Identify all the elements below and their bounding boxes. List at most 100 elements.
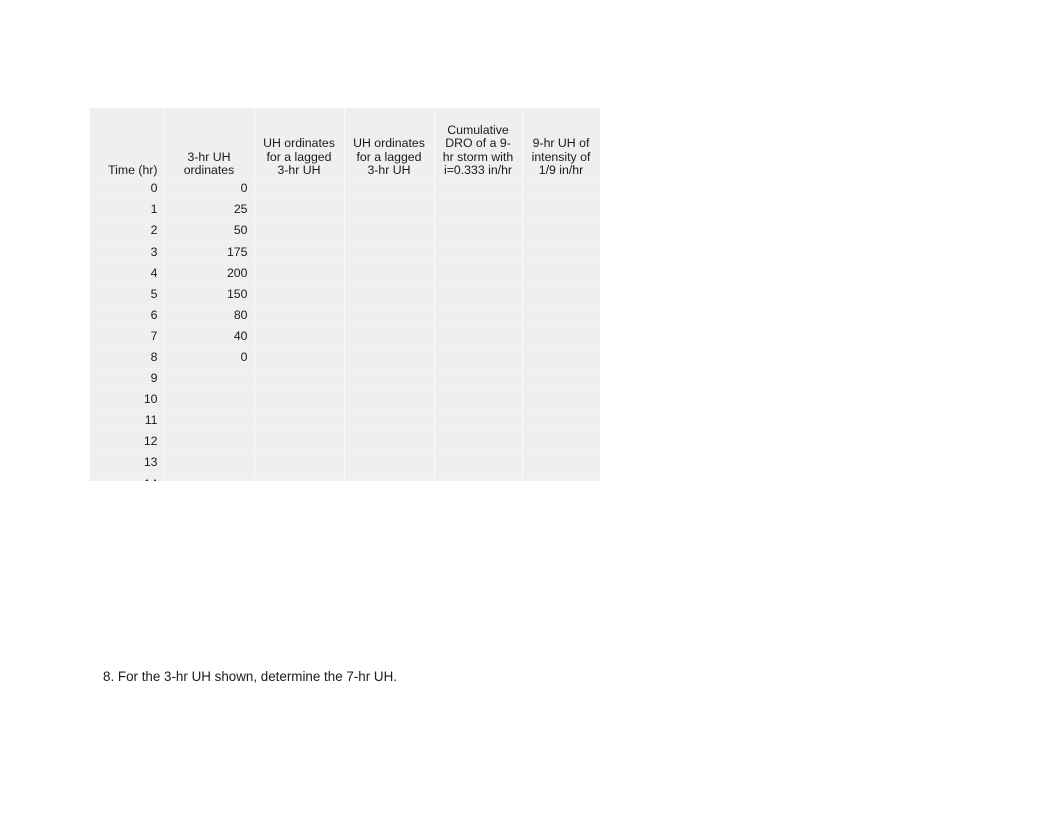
cell-lagged-uh-2[interactable] xyxy=(344,262,435,285)
cell-lagged-uh-1[interactable] xyxy=(254,241,345,264)
cell-time[interactable]: 3 xyxy=(90,241,165,264)
cell-cumulative-dro[interactable] xyxy=(434,262,523,285)
cell-9hr-uh[interactable] xyxy=(522,389,600,412)
cell-cumulative-dro[interactable] xyxy=(434,473,523,481)
cell-cumulative-dro[interactable] xyxy=(434,368,523,390)
cell-time[interactable]: 10 xyxy=(90,389,165,412)
cell-9hr-uh[interactable] xyxy=(522,283,600,306)
cell-cumulative-dro[interactable] xyxy=(434,326,523,348)
column-header-lagged-3hr-uh-2[interactable]: UH ordinates for a lagged 3-hr UH xyxy=(344,108,435,179)
cell-9hr-uh[interactable] xyxy=(522,347,600,369)
cell-3hr-uh-ordinate[interactable]: 175 xyxy=(164,241,255,264)
column-header-9hr-uh[interactable]: 9-hr UH of intensity of 1/9 in/hr xyxy=(522,108,600,179)
cell-lagged-uh-1[interactable] xyxy=(254,220,345,243)
cell-lagged-uh-2[interactable] xyxy=(344,283,435,306)
cell-cumulative-dro[interactable] xyxy=(434,305,523,327)
cell-cumulative-dro[interactable] xyxy=(434,241,523,264)
cell-3hr-uh-ordinate[interactable] xyxy=(164,389,255,412)
cell-time[interactable]: 9 xyxy=(90,368,165,390)
cell-3hr-uh-ordinate[interactable] xyxy=(164,452,255,475)
cell-9hr-uh[interactable] xyxy=(522,368,600,390)
cell-lagged-uh-2[interactable] xyxy=(344,178,435,201)
cell-9hr-uh[interactable] xyxy=(522,326,600,348)
cell-9hr-uh[interactable] xyxy=(522,473,600,481)
column-header-3hr-uh-ordinates[interactable]: 3-hr UH ordinates xyxy=(164,108,255,179)
column-header-lagged-3hr-uh-1[interactable]: UH ordinates for a lagged 3-hr UH xyxy=(254,108,345,179)
cell-lagged-uh-1[interactable] xyxy=(254,326,345,348)
table-row: 00 xyxy=(90,178,600,201)
cell-9hr-uh[interactable] xyxy=(522,199,600,222)
cell-time[interactable]: 2 xyxy=(90,220,165,243)
spreadsheet-table-region[interactable]: Time (hr) 3-hr UH ordinates UH ordinates… xyxy=(90,108,600,481)
cell-9hr-uh[interactable] xyxy=(522,431,600,454)
column-header-time[interactable]: Time (hr) xyxy=(90,108,165,179)
cell-lagged-uh-1[interactable] xyxy=(254,305,345,327)
cell-9hr-uh[interactable] xyxy=(522,452,600,475)
cell-3hr-uh-ordinate[interactable]: 200 xyxy=(164,262,255,285)
cell-lagged-uh-1[interactable] xyxy=(254,199,345,222)
cell-3hr-uh-ordinate[interactable]: 0 xyxy=(164,347,255,369)
cell-cumulative-dro[interactable] xyxy=(434,347,523,369)
cell-lagged-uh-1[interactable] xyxy=(254,178,345,201)
cell-lagged-uh-2[interactable] xyxy=(344,347,435,369)
cell-time[interactable]: 0 xyxy=(90,178,165,201)
cell-lagged-uh-1[interactable] xyxy=(254,283,345,306)
cell-3hr-uh-ordinate[interactable]: 0 xyxy=(164,178,255,201)
cell-time[interactable]: 11 xyxy=(90,410,165,433)
cell-lagged-uh-2[interactable] xyxy=(344,473,435,481)
cell-time[interactable]: 5 xyxy=(90,283,165,306)
cell-9hr-uh[interactable] xyxy=(522,178,600,201)
cell-time[interactable]: 7 xyxy=(90,326,165,348)
question-text: 8. For the 3-hr UH shown, determine the … xyxy=(103,669,397,684)
cell-lagged-uh-1[interactable] xyxy=(254,262,345,285)
cell-lagged-uh-2[interactable] xyxy=(344,220,435,243)
cell-lagged-uh-1[interactable] xyxy=(254,368,345,390)
cell-time[interactable]: 1 xyxy=(90,199,165,222)
cell-time[interactable]: 12 xyxy=(90,431,165,454)
cell-cumulative-dro[interactable] xyxy=(434,410,523,433)
cell-lagged-uh-1[interactable] xyxy=(254,473,345,481)
cell-3hr-uh-ordinate[interactable] xyxy=(164,473,255,481)
cell-time[interactable]: 6 xyxy=(90,305,165,327)
cell-time[interactable]: 14 xyxy=(90,473,165,481)
cell-3hr-uh-ordinate[interactable]: 80 xyxy=(164,305,255,327)
cell-lagged-uh-1[interactable] xyxy=(254,389,345,412)
cell-3hr-uh-ordinate[interactable]: 150 xyxy=(164,283,255,306)
cell-9hr-uh[interactable] xyxy=(522,410,600,433)
cell-3hr-uh-ordinate[interactable] xyxy=(164,368,255,390)
cell-lagged-uh-1[interactable] xyxy=(254,347,345,369)
cell-lagged-uh-2[interactable] xyxy=(344,389,435,412)
cell-lagged-uh-2[interactable] xyxy=(344,241,435,264)
unit-hydrograph-table[interactable]: Time (hr) 3-hr UH ordinates UH ordinates… xyxy=(90,108,600,481)
cell-lagged-uh-1[interactable] xyxy=(254,431,345,454)
cell-9hr-uh[interactable] xyxy=(522,262,600,285)
cell-3hr-uh-ordinate[interactable]: 50 xyxy=(164,220,255,243)
cell-lagged-uh-2[interactable] xyxy=(344,368,435,390)
cell-9hr-uh[interactable] xyxy=(522,305,600,327)
cell-3hr-uh-ordinate[interactable]: 40 xyxy=(164,326,255,348)
cell-9hr-uh[interactable] xyxy=(522,220,600,243)
cell-lagged-uh-2[interactable] xyxy=(344,305,435,327)
cell-cumulative-dro[interactable] xyxy=(434,220,523,243)
cell-cumulative-dro[interactable] xyxy=(434,178,523,201)
cell-lagged-uh-2[interactable] xyxy=(344,326,435,348)
cell-time[interactable]: 13 xyxy=(90,452,165,475)
column-header-cumulative-dro[interactable]: Cumulative DRO of a 9-hr storm with i=0.… xyxy=(434,108,523,179)
cell-cumulative-dro[interactable] xyxy=(434,199,523,222)
cell-time[interactable]: 8 xyxy=(90,347,165,369)
cell-cumulative-dro[interactable] xyxy=(434,431,523,454)
cell-time[interactable]: 4 xyxy=(90,262,165,285)
cell-lagged-uh-2[interactable] xyxy=(344,199,435,222)
cell-9hr-uh[interactable] xyxy=(522,241,600,264)
cell-3hr-uh-ordinate[interactable] xyxy=(164,431,255,454)
cell-3hr-uh-ordinate[interactable]: 25 xyxy=(164,199,255,222)
cell-lagged-uh-1[interactable] xyxy=(254,452,345,475)
cell-cumulative-dro[interactable] xyxy=(434,452,523,475)
cell-cumulative-dro[interactable] xyxy=(434,283,523,306)
cell-lagged-uh-2[interactable] xyxy=(344,431,435,454)
cell-lagged-uh-2[interactable] xyxy=(344,452,435,475)
cell-3hr-uh-ordinate[interactable] xyxy=(164,410,255,433)
cell-lagged-uh-1[interactable] xyxy=(254,410,345,433)
cell-lagged-uh-2[interactable] xyxy=(344,410,435,433)
cell-cumulative-dro[interactable] xyxy=(434,389,523,412)
